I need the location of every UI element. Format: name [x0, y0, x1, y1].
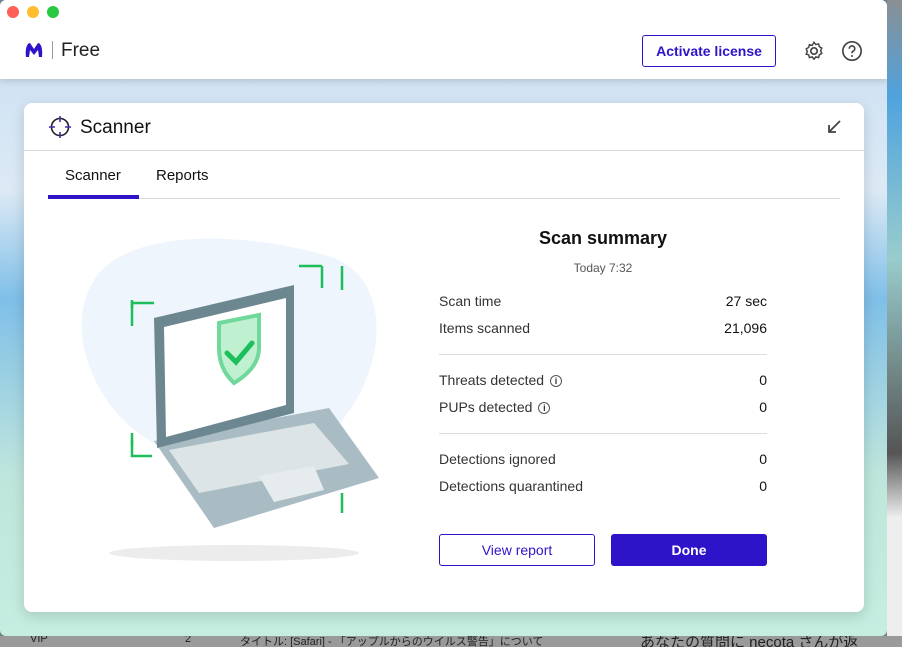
view-report-button[interactable]: View report	[439, 534, 595, 566]
row-label: Items scanned	[439, 320, 531, 336]
row-value: 0	[759, 451, 767, 467]
vip-count: 2	[185, 636, 192, 645]
laptop-shield-illustration	[81, 238, 379, 561]
row-label: PUPs detected	[439, 399, 533, 415]
row-value: 27 sec	[725, 293, 767, 309]
minimize-button[interactable]	[27, 6, 39, 18]
title-bar: Free Activate license	[0, 0, 887, 79]
vip-label: VIP	[30, 636, 48, 645]
malwarebytes-window: Free Activate license Scanner Scanner Re…	[0, 0, 887, 636]
row-value: 0	[759, 372, 767, 388]
scanner-card: Scanner Scanner Reports Scan summary Tod…	[24, 103, 864, 612]
activate-license-button[interactable]: Activate license	[642, 35, 776, 67]
question-text: あなたの質問に necota さんが返	[640, 636, 859, 647]
row-value: 0	[759, 399, 767, 415]
malwarebytes-logo-icon	[25, 43, 43, 57]
summary-row: PUPs detected i 0	[439, 399, 767, 415]
card-title: Scanner	[80, 117, 151, 138]
desktop-background	[887, 0, 902, 647]
info-icon[interactable]: i	[538, 402, 551, 414]
done-button[interactable]: Done	[611, 534, 767, 566]
help-icon[interactable]	[841, 40, 863, 62]
divider	[439, 433, 767, 434]
info-icon[interactable]: i	[550, 375, 563, 387]
crosshair-icon	[49, 116, 71, 138]
row-value: 21,096	[724, 320, 767, 336]
background-mail-window: VIP 2 タイトル: [Safari] - 「アップルからのウイルス警告」につ…	[0, 636, 902, 647]
mail-subject: タイトル: [Safari] - 「アップルからのウイルス警告」について	[240, 636, 544, 647]
tab-reports[interactable]: Reports	[156, 167, 209, 184]
zoom-button[interactable]	[47, 6, 59, 18]
gear-icon[interactable]	[803, 40, 825, 62]
active-tab-indicator	[48, 195, 139, 199]
divider	[52, 41, 53, 59]
collapse-arrow-icon[interactable]	[826, 119, 842, 135]
tab-scanner[interactable]: Scanner	[65, 167, 121, 184]
summary-row: Threats detected i 0	[439, 372, 767, 388]
row-label: Scan time	[439, 293, 502, 309]
summary-row: Detections ignored 0	[439, 451, 767, 467]
close-button[interactable]	[7, 6, 19, 18]
row-label: Detections quarantined	[439, 478, 583, 494]
summary-row: Scan time 27 sec	[439, 293, 767, 309]
summary-row: Detections quarantined 0	[439, 478, 767, 494]
summary-row: Items scanned 21,096	[439, 320, 767, 336]
summary-rows: Scan time 27 sec Items scanned 21,096 Thre…	[439, 103, 767, 603]
edition-label: Free	[61, 40, 101, 61]
divider	[439, 354, 767, 355]
row-value: 0	[759, 478, 767, 494]
row-label: Detections ignored	[439, 451, 556, 467]
row-label: Threats detected	[439, 372, 545, 388]
